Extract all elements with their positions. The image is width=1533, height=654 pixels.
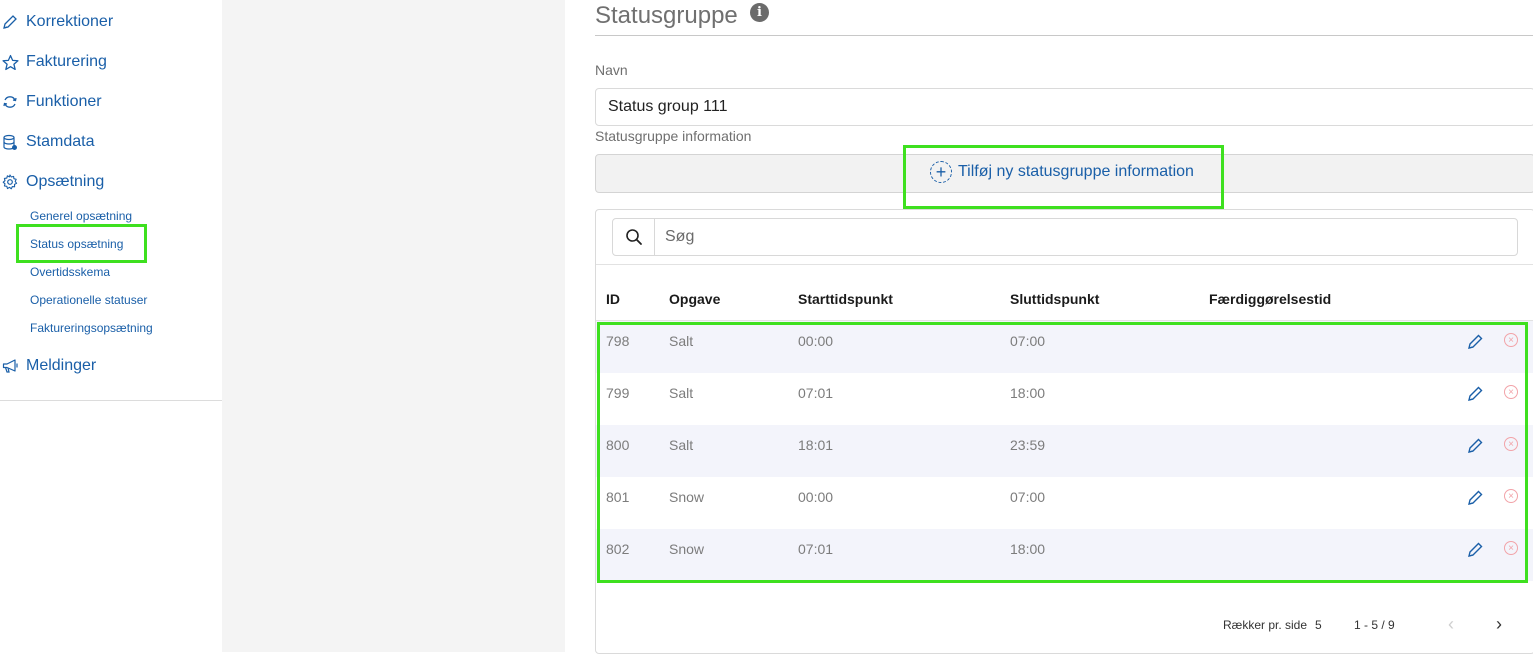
column-header-id[interactable]: ID <box>606 291 620 307</box>
star-icon <box>2 53 22 71</box>
megaphone-icon <box>2 357 22 375</box>
sidebar-item-fakturering[interactable]: Fakturering <box>0 50 107 74</box>
sidebar-item-label: Stamdata <box>26 133 95 150</box>
pencil-icon <box>2 13 22 31</box>
next-page-icon[interactable]: › <box>1496 614 1502 635</box>
highlight-add-button <box>903 145 1224 209</box>
name-label: Navn <box>595 62 628 78</box>
sidebar-item-funktioner[interactable]: Funktioner <box>0 90 102 114</box>
column-header-opgave[interactable]: Opgave <box>669 291 720 307</box>
content-gutter <box>222 0 565 652</box>
highlight-table-rows <box>597 322 1528 583</box>
database-icon <box>2 133 22 151</box>
sidebar-item-label: Korrektioner <box>26 13 114 30</box>
search-input[interactable]: Søg <box>655 219 1517 255</box>
sidebar-item-stamdata[interactable]: Stamdata <box>0 130 94 154</box>
rows-per-page-select[interactable]: 5 <box>1315 618 1322 632</box>
search-button[interactable] <box>613 219 655 255</box>
rows-per-page-label: Rækker pr. side <box>1223 618 1308 632</box>
prev-page-icon[interactable]: ‹ <box>1448 614 1454 635</box>
table-toolbar-divider <box>596 264 1533 265</box>
column-header-starttidspunkt[interactable]: Starttidspunkt <box>798 291 893 307</box>
pagination-range: 1 - 5 / 9 <box>1354 618 1395 632</box>
page-title: Statusgruppe <box>595 2 738 29</box>
info-section-label: Statusgruppe information <box>595 128 752 144</box>
name-field[interactable]: Status group 111 <box>595 88 1533 126</box>
gear-icon <box>2 173 22 191</box>
sidebar-item-label: Fakturering <box>26 53 107 70</box>
search-icon <box>625 229 642 245</box>
sidebar-subitem-overtidsskema[interactable]: Overtidsskema <box>30 265 110 279</box>
sidebar-item-korrektioner[interactable]: Korrektioner <box>0 10 113 34</box>
sidebar-divider <box>0 400 222 401</box>
sidebar-item-label: Opsætning <box>26 173 105 190</box>
sidebar-subitem-faktureringsopsaetning[interactable]: Faktureringsopsætning <box>30 321 153 335</box>
sidebar: Korrektioner Fakturering Funktioner Stam… <box>0 0 222 652</box>
sidebar-item-label: Meldinger <box>26 357 97 374</box>
refresh-icon <box>2 93 22 111</box>
sidebar-subitem-operationelle-statuser[interactable]: Operationelle statuser <box>30 293 147 307</box>
name-value: Status group 111 <box>608 98 728 115</box>
sidebar-subitem-generel-opsaetning[interactable]: Generel opsætning <box>30 209 132 223</box>
column-header-faerdiggoerelsestid[interactable]: Færdiggørelsestid <box>1209 291 1331 307</box>
column-header-sluttidspunkt[interactable]: Sluttidspunkt <box>1010 291 1099 307</box>
title-divider <box>595 35 1533 36</box>
sidebar-item-label: Funktioner <box>26 93 102 110</box>
sidebar-item-opsaetning[interactable]: Opsætning <box>0 170 104 194</box>
sidebar-item-meldinger[interactable]: Meldinger <box>0 354 96 378</box>
highlight-status-opsaetning <box>16 224 147 263</box>
info-icon[interactable]: i <box>750 3 769 22</box>
search-box: Søg <box>612 218 1518 256</box>
main-panel: Statusgruppe i Navn Status group 111 Sta… <box>565 0 1533 654</box>
